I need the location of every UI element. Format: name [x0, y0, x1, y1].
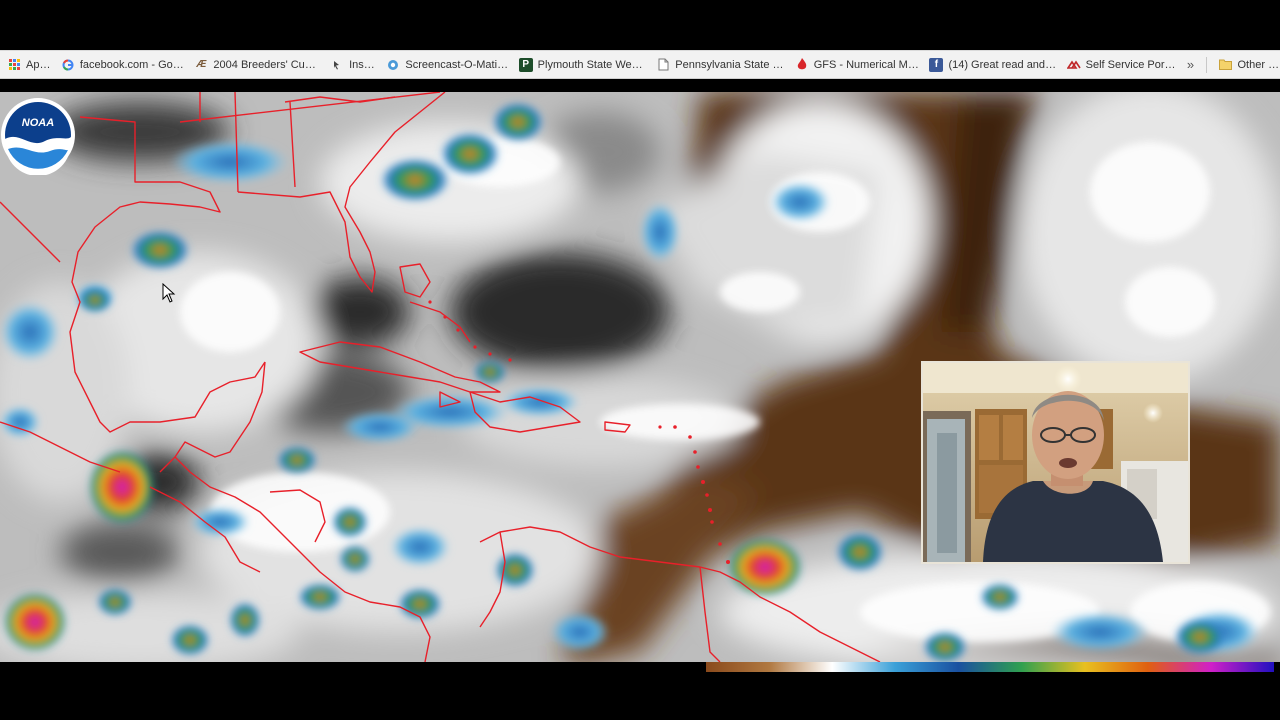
bookmark-pennsylvania-state[interactable]: Pennsylvania State Cli: [651, 54, 789, 76]
bookmark-label: Insert: [349, 58, 377, 71]
screencast-icon: [386, 58, 400, 72]
bookmark-apps[interactable]: Apps: [2, 54, 56, 76]
bookmark-facebook-google[interactable]: facebook.com - Goog: [56, 54, 190, 76]
bookmark-breeders-cup[interactable]: Æ 2004 Breeders' Cup F: [189, 54, 325, 76]
presenter-webcam-overlay: [921, 361, 1190, 564]
bookmark-plymouth-state[interactable]: P Plymouth State Weath: [514, 54, 652, 76]
bookmark-gfs[interactable]: GFS - Numerical Mod: [790, 54, 925, 76]
bookmark-label: Screencast-O-Matic -: [405, 58, 509, 71]
bookmark-screencast[interactable]: Screencast-O-Matic -: [381, 54, 513, 76]
noaa-logo: NOAA: [0, 95, 78, 176]
insert-icon: [330, 58, 344, 72]
letterbox-top: [0, 0, 1280, 50]
bookmarks-bar: Apps facebook.com - Goog Æ 2004 Breeders…: [0, 50, 1280, 79]
bookmark-insert[interactable]: Insert: [325, 54, 381, 76]
chevron-double-right-icon[interactable]: »: [1181, 57, 1201, 72]
noaa-logo-text: NOAA: [22, 117, 54, 129]
bookmark-label: Self Service Portal: [1085, 58, 1176, 71]
portal-icon: [1066, 58, 1081, 72]
folder-icon: [1218, 58, 1232, 72]
enhancement-colorbar: [706, 662, 1274, 672]
bookmark-label: Other bo: [1237, 58, 1280, 71]
bookmark-label: (14) Great read and to: [948, 58, 1057, 71]
bookmark-facebook-post[interactable]: f (14) Great read and to: [924, 54, 1061, 76]
document-icon: [656, 58, 670, 72]
ac-site-icon: Æ: [196, 59, 207, 70]
gfs-flame-icon: [795, 58, 809, 72]
bookmark-self-service-portal[interactable]: Self Service Portal: [1062, 54, 1181, 76]
bookmark-other[interactable]: Other bo: [1213, 54, 1280, 76]
mouse-cursor-icon: [162, 282, 176, 303]
bookmark-label: 2004 Breeders' Cup F: [213, 58, 321, 71]
bookmark-label: Pennsylvania State Cli: [675, 58, 785, 71]
google-icon: [61, 58, 75, 72]
divider: [1206, 56, 1208, 73]
bookmark-label: Apps: [26, 58, 51, 71]
bookmark-label: facebook.com - Goog: [79, 58, 185, 71]
screen: Apps facebook.com - Goog Æ 2004 Breeders…: [0, 0, 1280, 720]
letterbox-bottom: [0, 672, 1280, 720]
bookmark-label: GFS - Numerical Mod: [813, 58, 920, 71]
bookmark-label: Plymouth State Weath: [537, 58, 647, 71]
facebook-icon: f: [929, 57, 944, 72]
apps-grid-icon: [7, 58, 21, 72]
plymouth-state-icon: P: [518, 57, 533, 72]
